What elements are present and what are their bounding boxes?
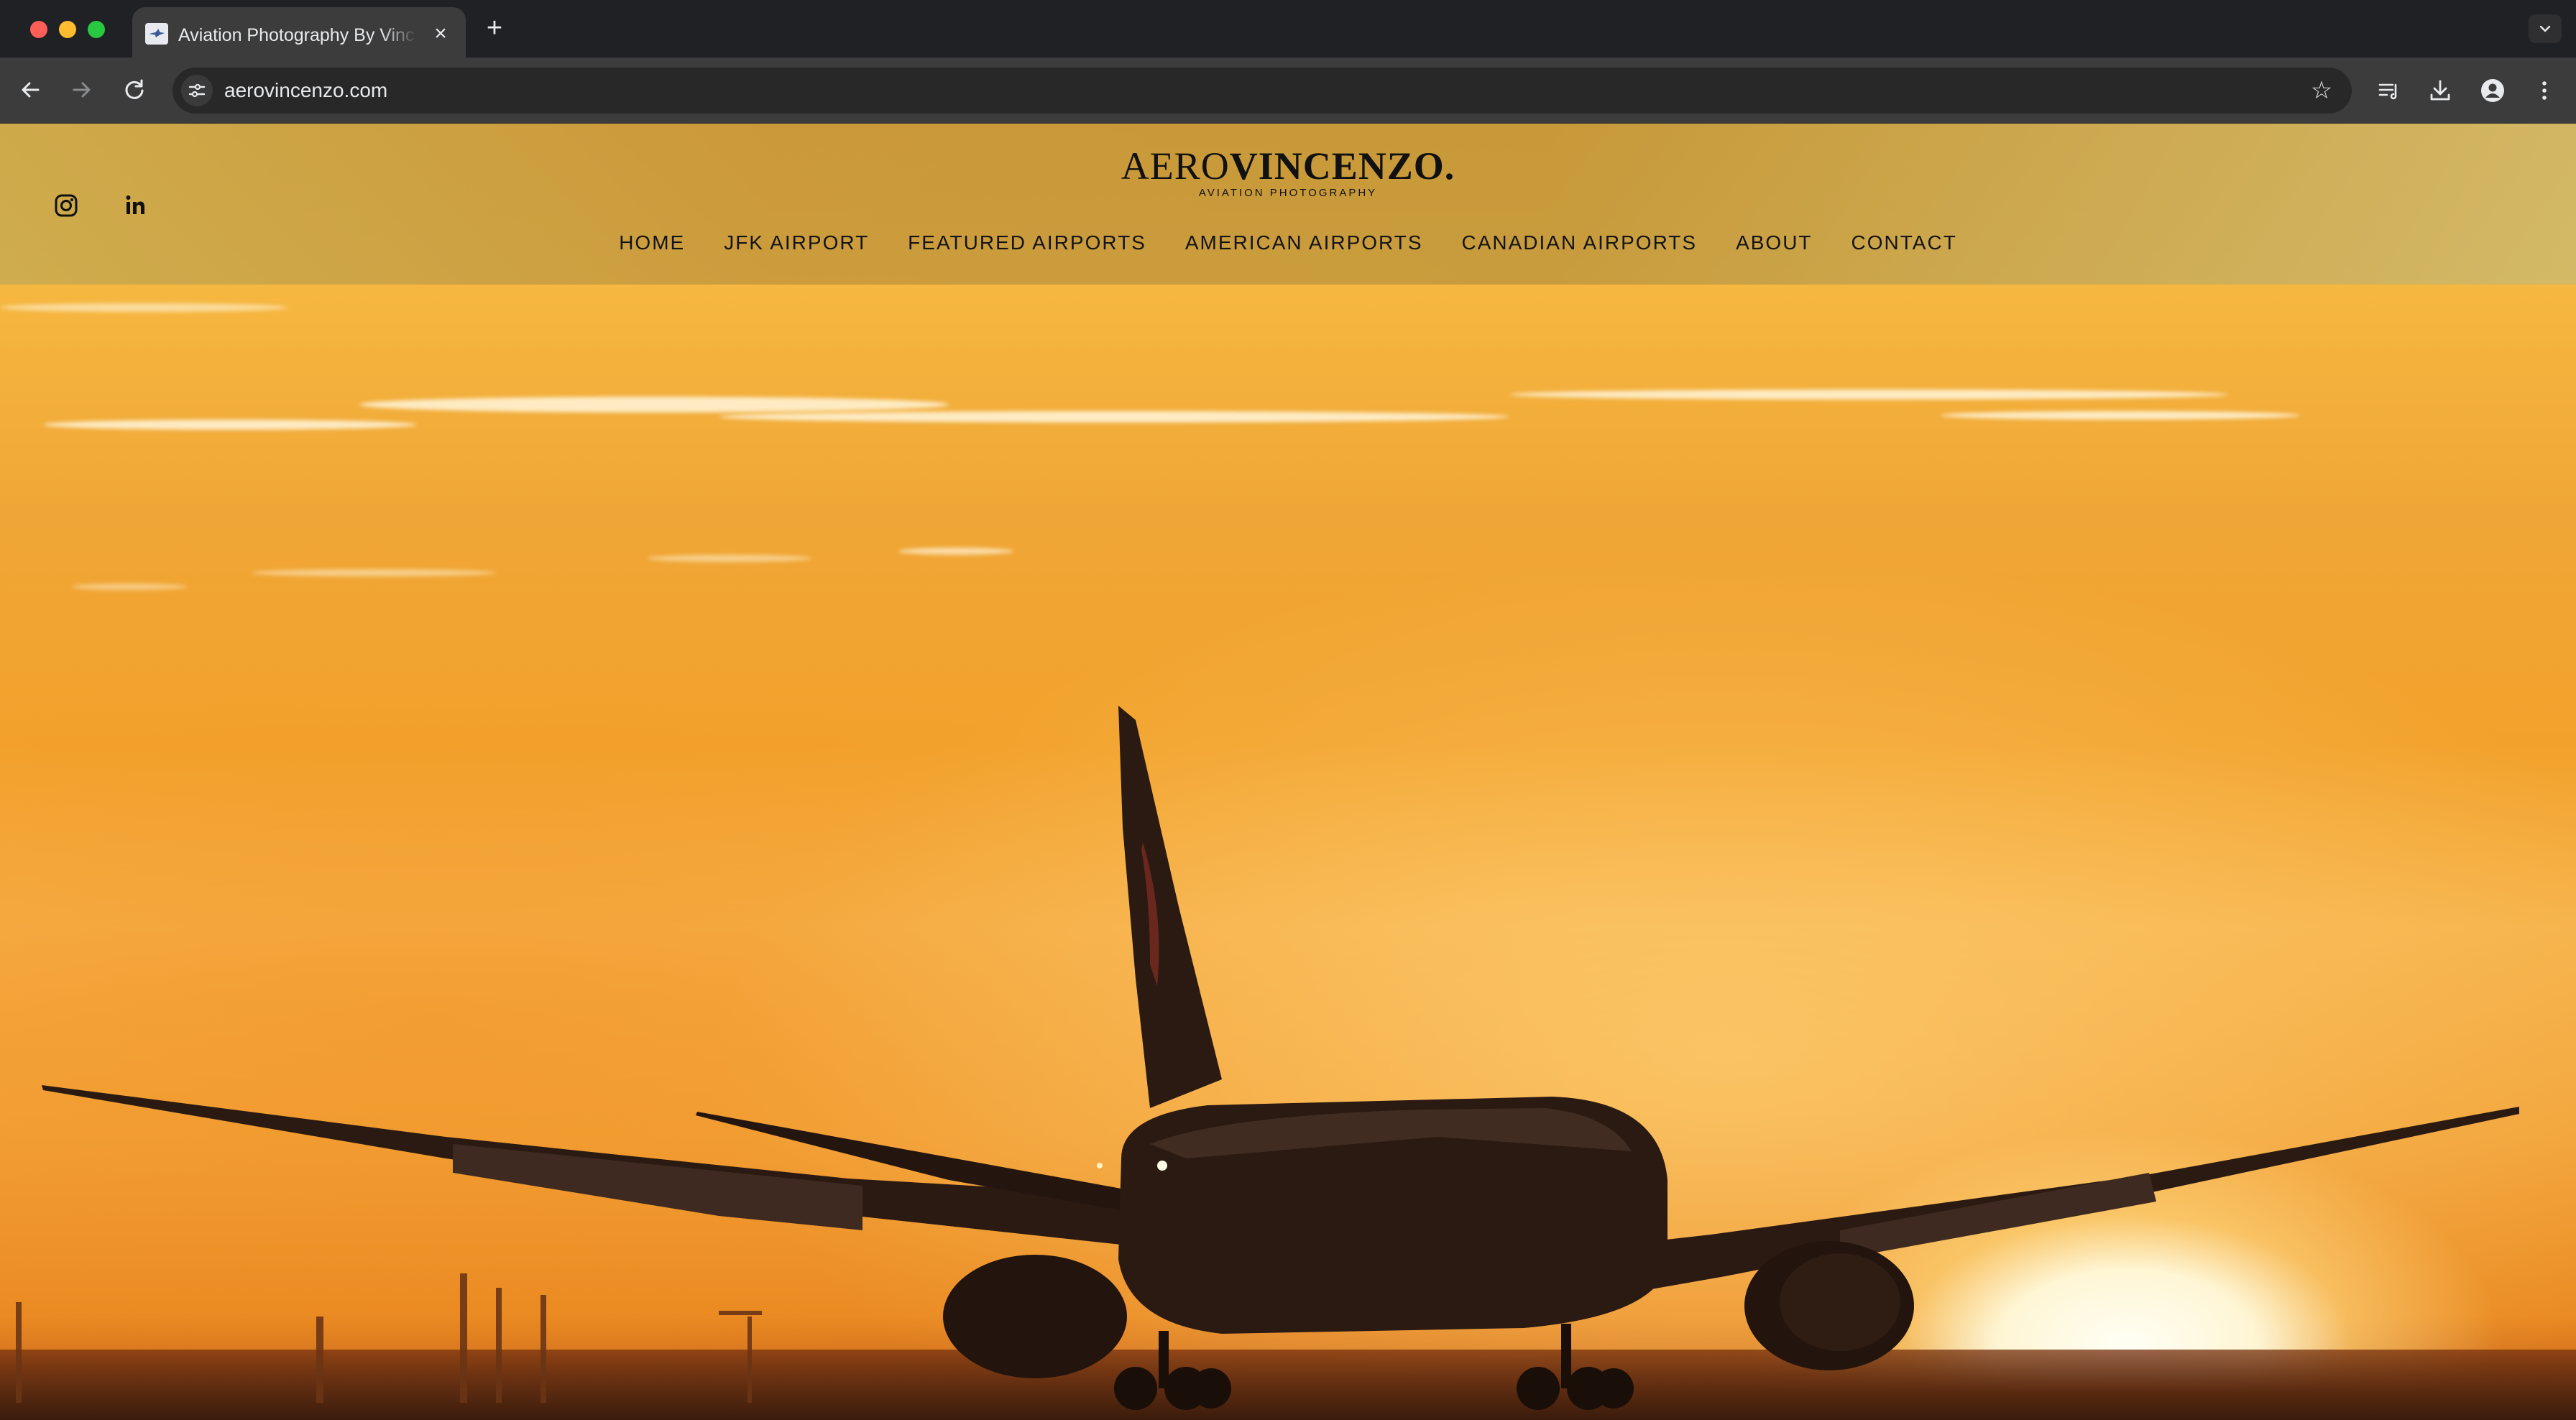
logo-wordmark: AEROVINCENZO. xyxy=(1078,145,1498,187)
reload-button[interactable] xyxy=(118,73,151,106)
window-close-button[interactable] xyxy=(30,21,47,38)
logo-part-aero: AERO xyxy=(1121,144,1230,188)
linkedin-icon xyxy=(126,195,144,214)
site-header: AEROVINCENZO. AVIATION PHOTOGRAPHY HOME … xyxy=(0,124,2576,285)
instagram-link[interactable] xyxy=(50,190,82,221)
instagram-icon xyxy=(55,194,78,217)
window-minimize-button[interactable] xyxy=(59,21,76,38)
tab-close-icon[interactable]: × xyxy=(428,22,453,46)
main-navigation: HOME JFK AIRPORT FEATURED AIRPORTS AMERI… xyxy=(0,229,2576,257)
nav-home[interactable]: HOME xyxy=(599,229,704,257)
logo-tagline: AVIATION PHOTOGRAPHY xyxy=(1198,187,1378,199)
tab-title: Aviation Photography By Vinc xyxy=(178,25,415,45)
more-menu-icon[interactable] xyxy=(2529,75,2560,106)
window-maximize-button[interactable] xyxy=(88,21,105,38)
address-bar[interactable]: aerovincenzo.com ☆ xyxy=(172,68,2352,114)
browser-tab-bar: Aviation Photography By Vinc × + xyxy=(0,0,2576,57)
nav-featured-airports[interactable]: FEATURED AIRPORTS xyxy=(888,229,1166,257)
nav-about[interactable]: ABOUT xyxy=(1716,229,1831,257)
site-favicon-icon xyxy=(145,23,168,45)
tune-icon xyxy=(188,83,206,98)
airport-structures xyxy=(16,1273,762,1403)
airplane-silhouette xyxy=(16,706,2519,1410)
site-info-button[interactable] xyxy=(181,75,213,106)
url-text[interactable]: aerovincenzo.com xyxy=(224,78,387,103)
new-tab-button[interactable]: + xyxy=(480,14,509,43)
browser-tab-active[interactable]: Aviation Photography By Vinc × xyxy=(132,7,466,57)
reload-icon xyxy=(125,79,144,99)
logo-part-vincenzo: VINCENZO. xyxy=(1229,144,1455,188)
arrow-right-icon xyxy=(73,82,91,98)
chevron-down-icon xyxy=(2539,25,2551,32)
downloads-icon[interactable] xyxy=(2424,75,2456,106)
bookmark-star-icon[interactable]: ☆ xyxy=(2307,76,2336,105)
tab-search-dropdown-button[interactable] xyxy=(2529,14,2562,43)
web-page: AEROVINCENZO. AVIATION PHOTOGRAPHY HOME … xyxy=(0,124,2576,1420)
linkedin-link[interactable] xyxy=(119,190,151,221)
forward-button[interactable] xyxy=(65,73,98,106)
profile-avatar-icon[interactable] xyxy=(2477,75,2508,106)
nav-jfk-airport[interactable]: JFK AIRPORT xyxy=(704,229,888,257)
arrow-left-icon xyxy=(22,82,40,98)
browser-toolbar: aerovincenzo.com ☆ xyxy=(0,57,2576,124)
nav-american-airports[interactable]: AMERICAN AIRPORTS xyxy=(1166,229,1443,257)
reading-list-icon[interactable] xyxy=(2373,75,2405,106)
nav-canadian-airports[interactable]: CANADIAN AIRPORTS xyxy=(1443,229,1717,257)
nav-contact[interactable]: CONTACT xyxy=(1832,229,1977,257)
back-button[interactable] xyxy=(14,73,47,106)
site-logo[interactable]: AEROVINCENZO. AVIATION PHOTOGRAPHY xyxy=(1078,145,1498,200)
